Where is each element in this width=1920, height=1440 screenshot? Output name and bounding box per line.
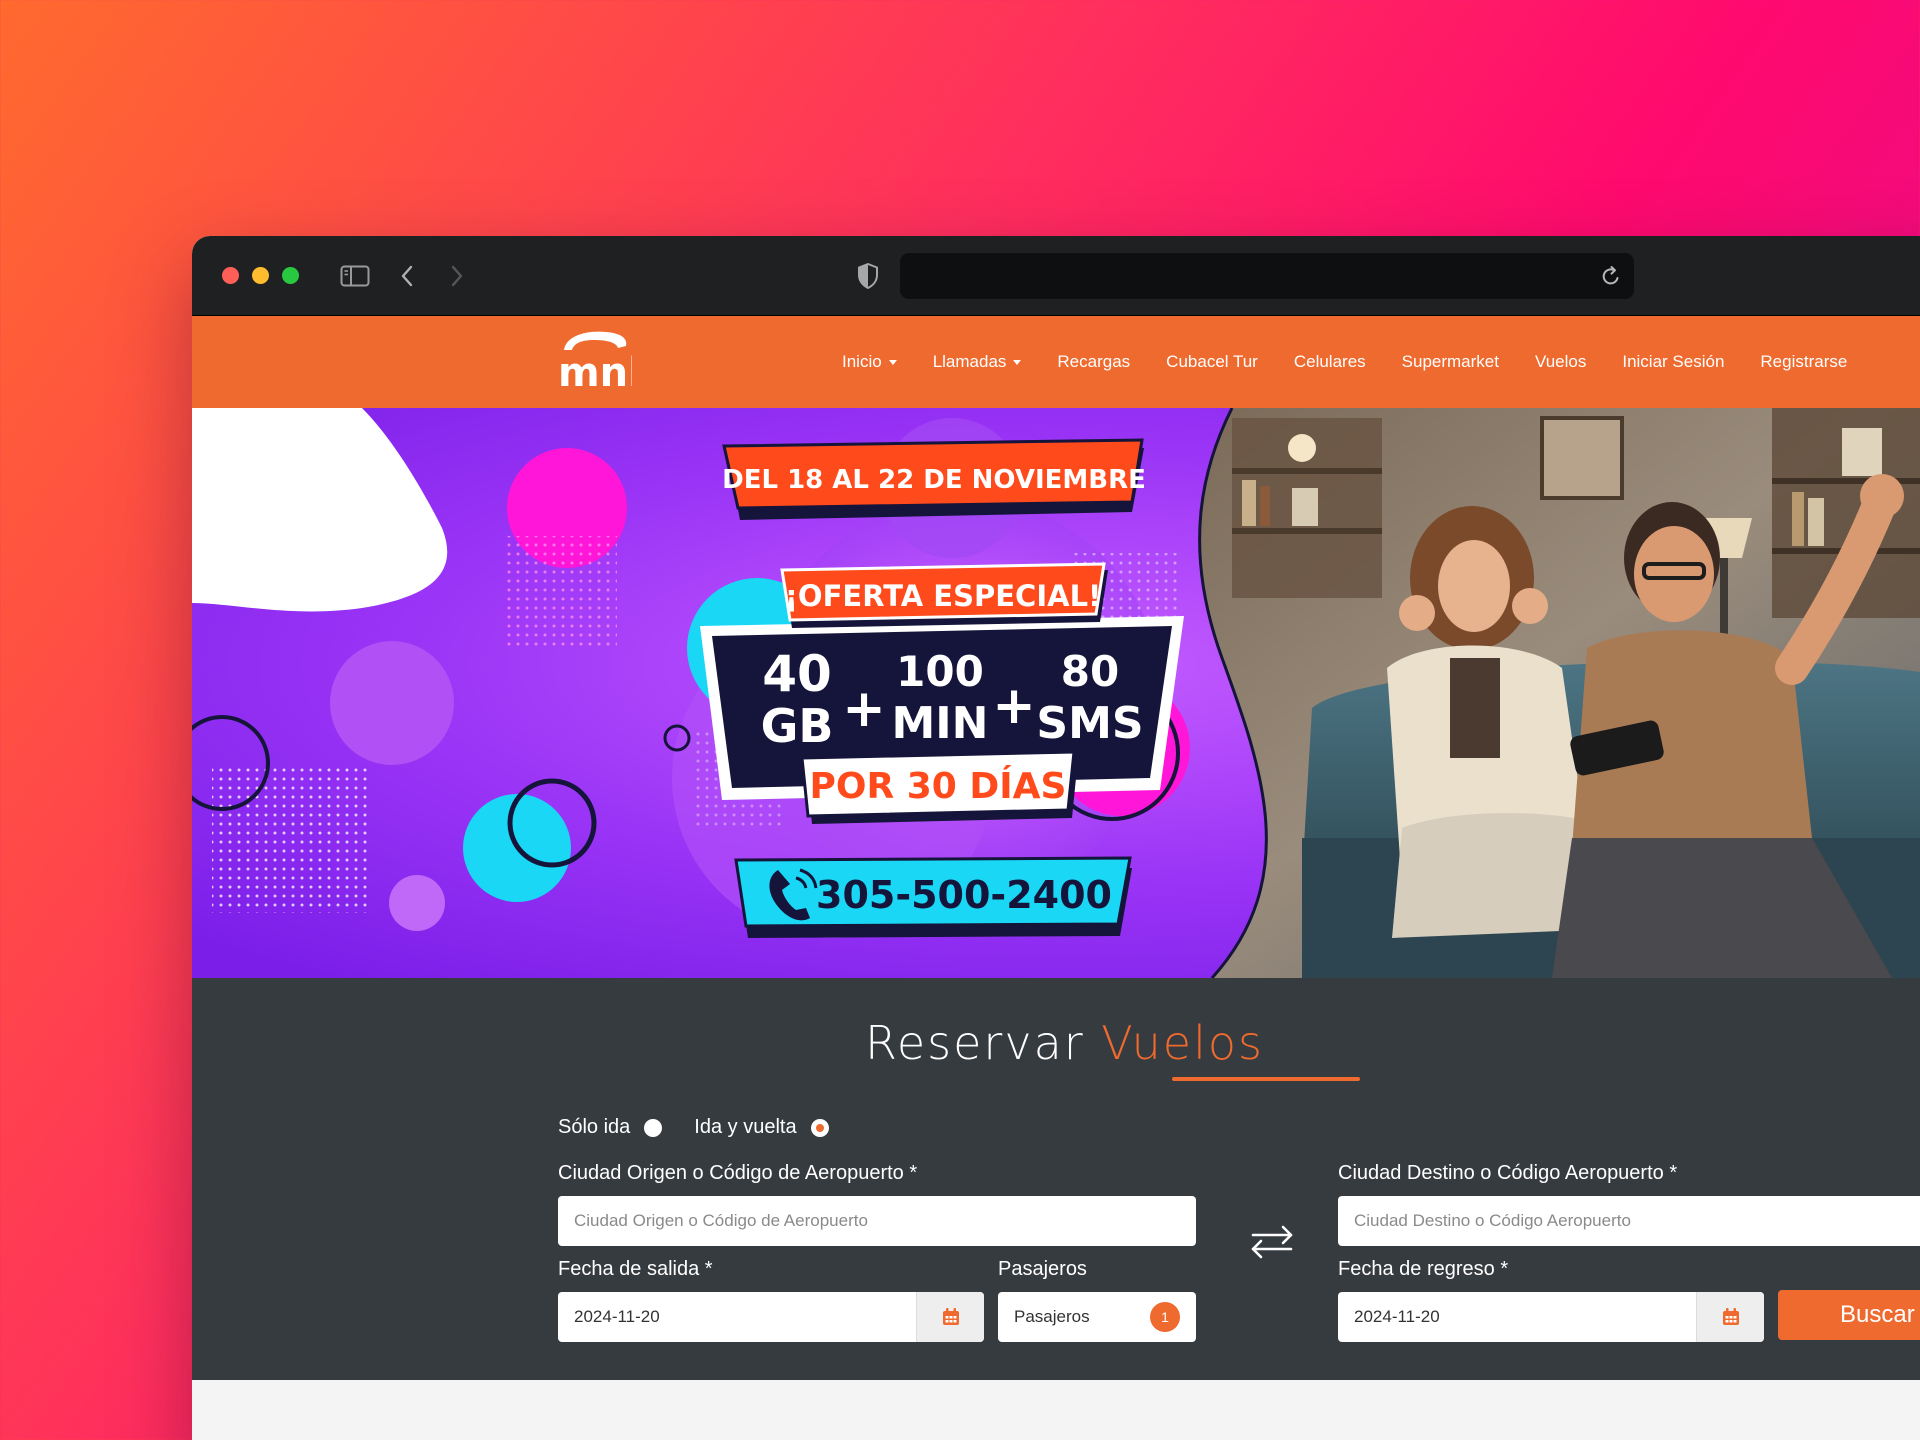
nav-celulares-label: Celulares (1293, 352, 1366, 371)
banner-min-unit: MIN (892, 698, 989, 749)
browser-window: mnl Inicio Llamadas Recargas Cubacel Tur… (192, 236, 1920, 1440)
phone-ribbon: 305-500-2400 (734, 856, 1132, 938)
nav-supermarket[interactable]: Supermarket (1384, 352, 1517, 372)
close-window-button[interactable] (222, 267, 239, 284)
mnl-logo[interactable]: mnl (556, 328, 642, 396)
one-way-label: Sólo ida (558, 1116, 631, 1138)
booking-title: Reservar Vuelos (192, 1016, 1264, 1070)
address-bar[interactable] (900, 253, 1634, 299)
nav-inicio-label: Inicio (842, 352, 882, 371)
calendar-icon (942, 1308, 959, 1325)
banner-offer: ¡OFERTA ESPECIAL! (785, 579, 1102, 613)
logo-text: mnl (558, 350, 632, 390)
nav-vuelos-label: Vuelos (1534, 352, 1587, 371)
shield-icon[interactable] (848, 258, 888, 294)
banner-duration: POR 30 DÍAS (810, 765, 1067, 807)
nav-iniciar-sesion-label: Iniciar Sesión (1622, 352, 1725, 371)
nav-recargas-label: Recargas (1057, 352, 1131, 371)
nav-vuelos[interactable]: Vuelos (1517, 352, 1604, 372)
nav-llamadas[interactable]: Llamadas (915, 352, 1040, 372)
banner-dates: DEL 18 AL 22 DE NOVIEMBRE (722, 465, 1146, 495)
nav-iniciar-sesion[interactable]: Iniciar Sesión (1604, 352, 1742, 372)
title-underline (1172, 1077, 1360, 1081)
sidebar-icon[interactable] (338, 258, 372, 294)
banner-gb-unit: GB (761, 699, 834, 753)
trip-type-group: Sólo ida Ida y vuelta (558, 1116, 829, 1139)
nav-registrarse[interactable]: Registrarse (1742, 352, 1865, 372)
banner-sms-unit: SMS (1036, 698, 1143, 749)
origin-label: Ciudad Origen o Código de Aeropuerto * (558, 1162, 918, 1184)
banner-gb-number: 40 (762, 645, 832, 703)
nav-inicio[interactable]: Inicio (824, 352, 915, 372)
banner-phone-number: 305-500-2400 (816, 873, 1112, 917)
couple-photo (1198, 408, 1920, 978)
forward-icon[interactable] (442, 258, 472, 294)
return-date-value: 2024-11-20 (1354, 1307, 1440, 1326)
minimize-window-button[interactable] (252, 267, 269, 284)
banner-plus-2: + (992, 676, 1036, 736)
reload-icon[interactable] (1598, 262, 1624, 290)
nav-cubacel-tur[interactable]: Cubacel Tur (1148, 352, 1276, 372)
chevron-down-icon (888, 359, 897, 365)
booking-title-accent: Vuelos (1101, 1016, 1264, 1070)
booking-title-main: Reservar (864, 1016, 1085, 1070)
one-way-radio[interactable] (644, 1118, 663, 1137)
return-date-field[interactable]: 2024-11-20 (1338, 1292, 1764, 1342)
departure-date-field[interactable]: 2024-11-20 (558, 1292, 984, 1342)
banner-sms-number: 80 (1061, 647, 1119, 696)
nav-celulares[interactable]: Celulares (1276, 352, 1384, 372)
calendar-icon (1722, 1308, 1739, 1325)
passengers-value: Pasajeros (1014, 1307, 1090, 1326)
nav-llamadas-label: Llamadas (932, 352, 1007, 371)
main-menu: Inicio Llamadas Recargas Cubacel Tur Cel… (824, 316, 1865, 408)
banner-min-number: 100 (896, 647, 984, 696)
chevron-down-icon (1013, 359, 1022, 365)
departure-date-label: Fecha de salida * (558, 1258, 713, 1280)
page-below-fold (192, 1380, 1920, 1440)
nav-registrarse-label: Registrarse (1760, 352, 1848, 371)
passengers-count-badge: 1 (1150, 1302, 1180, 1332)
browser-titlebar (192, 236, 1920, 316)
return-calendar-button[interactable] (1696, 1292, 1764, 1342)
round-trip-label: Ida y vuelta (694, 1116, 797, 1138)
round-trip-radio[interactable] (810, 1118, 829, 1137)
banner-plus-1: + (842, 679, 886, 739)
nav-cubacel-tur-label: Cubacel Tur (1166, 352, 1258, 371)
departure-calendar-button[interactable] (916, 1292, 984, 1342)
destination-input[interactable] (1338, 1196, 1920, 1246)
search-flights-button[interactable]: Buscar (1778, 1290, 1920, 1340)
back-icon[interactable] (392, 258, 422, 294)
flight-booking-section: Reservar Vuelos Sólo ida Ida y vuelta Ci… (192, 978, 1920, 1380)
dates-ribbon: DEL 18 AL 22 DE NOVIEMBRE (722, 438, 1146, 520)
passengers-label: Pasajeros (998, 1258, 1087, 1280)
swap-route-button[interactable] (1244, 1216, 1300, 1266)
site-navbar: mnl Inicio Llamadas Recargas Cubacel Tur… (192, 316, 1920, 408)
nav-recargas[interactable]: Recargas (1039, 352, 1148, 372)
return-date-label: Fecha de regreso * (1338, 1258, 1509, 1280)
zoom-window-button[interactable] (282, 267, 299, 284)
passengers-selector[interactable]: Pasajeros 1 (998, 1292, 1196, 1342)
departure-date-value: 2024-11-20 (574, 1307, 660, 1326)
destination-label: Ciudad Destino o Código Aeropuerto * (1338, 1162, 1678, 1184)
swap-arrows-icon (1251, 1225, 1293, 1259)
promo-banner-art: DEL 18 AL 22 DE NOVIEMBRE ¡OFERTA ESPECI… (192, 408, 1920, 978)
promo-banner[interactable]: DEL 18 AL 22 DE NOVIEMBRE ¡OFERTA ESPECI… (192, 408, 1920, 978)
nav-supermarket-label: Supermarket (1401, 352, 1499, 371)
origin-input[interactable] (558, 1196, 1196, 1246)
